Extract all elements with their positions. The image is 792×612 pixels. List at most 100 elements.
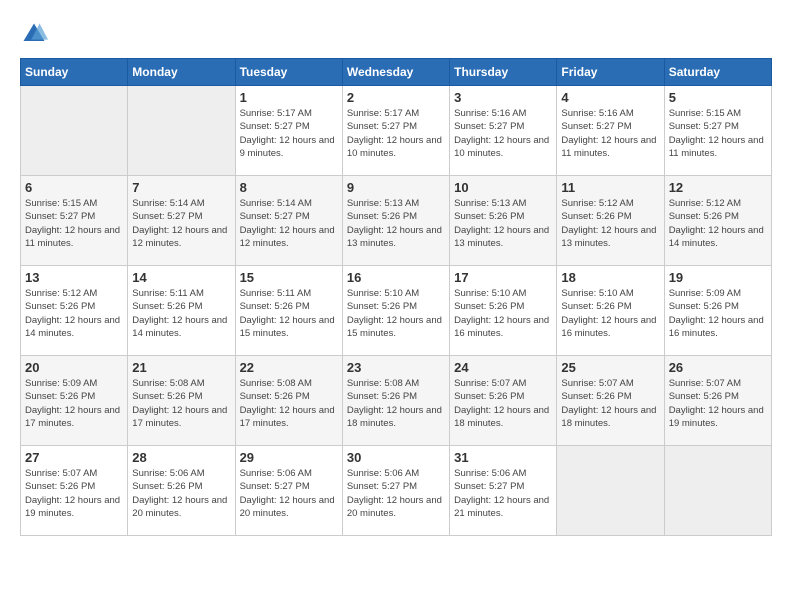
day-info: Sunrise: 5:06 AM Sunset: 5:27 PM Dayligh… — [347, 467, 445, 520]
day-number: 21 — [132, 360, 230, 375]
day-number: 7 — [132, 180, 230, 195]
logo — [20, 20, 52, 48]
day-info: Sunrise: 5:14 AM Sunset: 5:27 PM Dayligh… — [132, 197, 230, 250]
day-info: Sunrise: 5:13 AM Sunset: 5:26 PM Dayligh… — [347, 197, 445, 250]
weekday-header: Sunday — [21, 59, 128, 86]
calendar-cell: 9 Sunrise: 5:13 AM Sunset: 5:26 PM Daylig… — [342, 176, 449, 266]
calendar-cell: 6 Sunrise: 5:15 AM Sunset: 5:27 PM Daylig… — [21, 176, 128, 266]
day-number: 14 — [132, 270, 230, 285]
calendar-cell: 21 Sunrise: 5:08 AM Sunset: 5:26 PM Dayli… — [128, 356, 235, 446]
day-number: 1 — [240, 90, 338, 105]
day-info: Sunrise: 5:08 AM Sunset: 5:26 PM Dayligh… — [240, 377, 338, 430]
weekday-header: Wednesday — [342, 59, 449, 86]
day-info: Sunrise: 5:08 AM Sunset: 5:26 PM Dayligh… — [132, 377, 230, 430]
day-info: Sunrise: 5:12 AM Sunset: 5:26 PM Dayligh… — [669, 197, 767, 250]
day-info: Sunrise: 5:07 AM Sunset: 5:26 PM Dayligh… — [454, 377, 552, 430]
day-number: 4 — [561, 90, 659, 105]
calendar-cell: 14 Sunrise: 5:11 AM Sunset: 5:26 PM Dayli… — [128, 266, 235, 356]
calendar-cell: 19 Sunrise: 5:09 AM Sunset: 5:26 PM Dayli… — [664, 266, 771, 356]
calendar-cell: 25 Sunrise: 5:07 AM Sunset: 5:26 PM Dayli… — [557, 356, 664, 446]
calendar-body: 1 Sunrise: 5:17 AM Sunset: 5:27 PM Daylig… — [21, 86, 772, 536]
calendar-cell: 17 Sunrise: 5:10 AM Sunset: 5:26 PM Dayli… — [450, 266, 557, 356]
calendar-cell: 8 Sunrise: 5:14 AM Sunset: 5:27 PM Daylig… — [235, 176, 342, 266]
day-number: 12 — [669, 180, 767, 195]
day-number: 3 — [454, 90, 552, 105]
day-number: 19 — [669, 270, 767, 285]
calendar-cell — [664, 446, 771, 536]
day-info: Sunrise: 5:12 AM Sunset: 5:26 PM Dayligh… — [25, 287, 123, 340]
day-info: Sunrise: 5:09 AM Sunset: 5:26 PM Dayligh… — [669, 287, 767, 340]
day-number: 11 — [561, 180, 659, 195]
calendar-cell: 13 Sunrise: 5:12 AM Sunset: 5:26 PM Dayli… — [21, 266, 128, 356]
calendar-table: SundayMondayTuesdayWednesdayThursdayFrid… — [20, 58, 772, 536]
weekday-header: Thursday — [450, 59, 557, 86]
logo-icon — [20, 20, 48, 48]
day-info: Sunrise: 5:17 AM Sunset: 5:27 PM Dayligh… — [347, 107, 445, 160]
weekday-header: Monday — [128, 59, 235, 86]
day-number: 31 — [454, 450, 552, 465]
day-info: Sunrise: 5:07 AM Sunset: 5:26 PM Dayligh… — [25, 467, 123, 520]
calendar-cell: 5 Sunrise: 5:15 AM Sunset: 5:27 PM Daylig… — [664, 86, 771, 176]
weekday-header: Friday — [557, 59, 664, 86]
weekday-row: SundayMondayTuesdayWednesdayThursdayFrid… — [21, 59, 772, 86]
calendar-cell: 18Sunrise: 5:10 AM Sunset: 5:26 PM Dayli… — [557, 266, 664, 356]
calendar-week-row: 6 Sunrise: 5:15 AM Sunset: 5:27 PM Daylig… — [21, 176, 772, 266]
calendar-week-row: 20Sunrise: 5:09 AM Sunset: 5:26 PM Dayli… — [21, 356, 772, 446]
day-info: Sunrise: 5:06 AM Sunset: 5:27 PM Dayligh… — [454, 467, 552, 520]
day-number: 24 — [454, 360, 552, 375]
day-number: 5 — [669, 90, 767, 105]
calendar-cell: 27 Sunrise: 5:07 AM Sunset: 5:26 PM Dayli… — [21, 446, 128, 536]
day-info: Sunrise: 5:06 AM Sunset: 5:27 PM Dayligh… — [240, 467, 338, 520]
calendar-cell: 4 Sunrise: 5:16 AM Sunset: 5:27 PM Daylig… — [557, 86, 664, 176]
calendar-cell: 23Sunrise: 5:08 AM Sunset: 5:26 PM Dayli… — [342, 356, 449, 446]
day-info: Sunrise: 5:11 AM Sunset: 5:26 PM Dayligh… — [240, 287, 338, 340]
day-info: Sunrise: 5:16 AM Sunset: 5:27 PM Dayligh… — [561, 107, 659, 160]
day-info: Sunrise: 5:10 AM Sunset: 5:26 PM Dayligh… — [347, 287, 445, 340]
weekday-header: Tuesday — [235, 59, 342, 86]
day-info: Sunrise: 5:06 AM Sunset: 5:26 PM Dayligh… — [132, 467, 230, 520]
day-info: Sunrise: 5:10 AM Sunset: 5:26 PM Dayligh… — [454, 287, 552, 340]
day-number: 15 — [240, 270, 338, 285]
day-number: 25 — [561, 360, 659, 375]
day-info: Sunrise: 5:16 AM Sunset: 5:27 PM Dayligh… — [454, 107, 552, 160]
day-number: 8 — [240, 180, 338, 195]
day-number: 29 — [240, 450, 338, 465]
day-info: Sunrise: 5:08 AM Sunset: 5:26 PM Dayligh… — [347, 377, 445, 430]
calendar-header: SundayMondayTuesdayWednesdayThursdayFrid… — [21, 59, 772, 86]
calendar-cell: 26 Sunrise: 5:07 AM Sunset: 5:26 PM Dayli… — [664, 356, 771, 446]
day-number: 13 — [25, 270, 123, 285]
calendar-week-row: 13 Sunrise: 5:12 AM Sunset: 5:26 PM Dayli… — [21, 266, 772, 356]
calendar-cell: 30Sunrise: 5:06 AM Sunset: 5:27 PM Dayli… — [342, 446, 449, 536]
calendar-cell: 22 Sunrise: 5:08 AM Sunset: 5:26 PM Dayli… — [235, 356, 342, 446]
day-info: Sunrise: 5:15 AM Sunset: 5:27 PM Dayligh… — [25, 197, 123, 250]
day-number: 9 — [347, 180, 445, 195]
day-info: Sunrise: 5:14 AM Sunset: 5:27 PM Dayligh… — [240, 197, 338, 250]
calendar-cell: 10Sunrise: 5:13 AM Sunset: 5:26 PM Dayli… — [450, 176, 557, 266]
calendar-cell: 2 Sunrise: 5:17 AM Sunset: 5:27 PM Daylig… — [342, 86, 449, 176]
day-info: Sunrise: 5:12 AM Sunset: 5:26 PM Dayligh… — [561, 197, 659, 250]
weekday-header: Saturday — [664, 59, 771, 86]
day-number: 6 — [25, 180, 123, 195]
calendar-week-row: 1 Sunrise: 5:17 AM Sunset: 5:27 PM Daylig… — [21, 86, 772, 176]
calendar-cell — [128, 86, 235, 176]
calendar-cell: 7 Sunrise: 5:14 AM Sunset: 5:27 PM Daylig… — [128, 176, 235, 266]
calendar-cell: 29 Sunrise: 5:06 AM Sunset: 5:27 PM Dayli… — [235, 446, 342, 536]
calendar-cell: 28 Sunrise: 5:06 AM Sunset: 5:26 PM Dayli… — [128, 446, 235, 536]
calendar-cell: 1 Sunrise: 5:17 AM Sunset: 5:27 PM Daylig… — [235, 86, 342, 176]
day-info: Sunrise: 5:11 AM Sunset: 5:26 PM Dayligh… — [132, 287, 230, 340]
day-number: 22 — [240, 360, 338, 375]
day-number: 18 — [561, 270, 659, 285]
day-info: Sunrise: 5:07 AM Sunset: 5:26 PM Dayligh… — [561, 377, 659, 430]
calendar-cell: 11 Sunrise: 5:12 AM Sunset: 5:26 PM Dayli… — [557, 176, 664, 266]
day-number: 16 — [347, 270, 445, 285]
day-number: 28 — [132, 450, 230, 465]
day-info: Sunrise: 5:17 AM Sunset: 5:27 PM Dayligh… — [240, 107, 338, 160]
day-number: 26 — [669, 360, 767, 375]
day-info: Sunrise: 5:07 AM Sunset: 5:26 PM Dayligh… — [669, 377, 767, 430]
day-info: Sunrise: 5:15 AM Sunset: 5:27 PM Dayligh… — [669, 107, 767, 160]
day-number: 2 — [347, 90, 445, 105]
calendar-cell: 15 Sunrise: 5:11 AM Sunset: 5:26 PM Dayli… — [235, 266, 342, 356]
day-number: 27 — [25, 450, 123, 465]
day-number: 17 — [454, 270, 552, 285]
calendar-cell: 16 Sunrise: 5:10 AM Sunset: 5:26 PM Dayli… — [342, 266, 449, 356]
